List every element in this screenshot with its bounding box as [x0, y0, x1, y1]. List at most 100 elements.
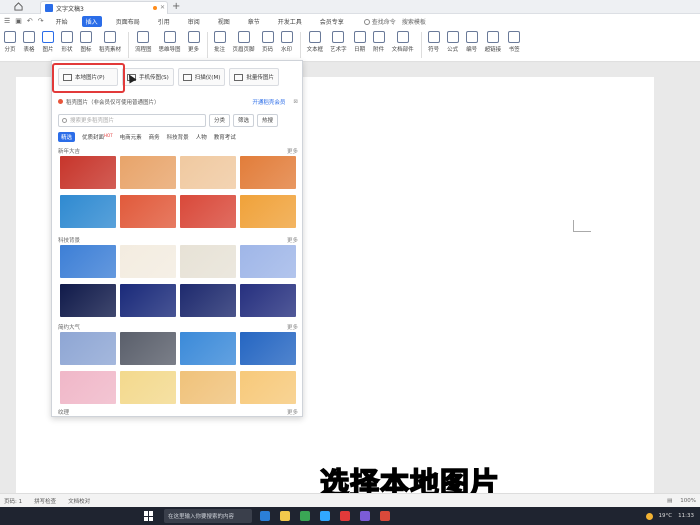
thumbnail[interactable] [60, 195, 116, 228]
wps-icon[interactable] [340, 511, 350, 521]
file-menu-icon[interactable]: ☰ [4, 17, 10, 25]
category-tech[interactable]: 科技背景 [167, 133, 189, 141]
view-mode-icon[interactable]: ▤ [667, 498, 672, 504]
edge-icon[interactable] [260, 511, 270, 521]
hot-search-button[interactable]: 热搜 [257, 113, 279, 127]
ribbon-symbol[interactable]: 符号 [427, 28, 440, 53]
tab-home[interactable]: 开始 [52, 16, 72, 27]
thumbnail[interactable] [120, 332, 176, 365]
category-people[interactable]: 人物 [196, 133, 207, 141]
ribbon-header-footer[interactable]: 页眉页脚 [233, 28, 255, 53]
redo-icon[interactable]: ↷ [38, 17, 44, 25]
ribbon-page-break[interactable]: 分页 [4, 28, 16, 53]
spell-check-button[interactable]: 拼写检查 [34, 497, 56, 505]
ribbon-bookmark[interactable]: 书签 [508, 28, 521, 53]
ribbon-table[interactable]: 表格 [23, 28, 35, 53]
ribbon-watermark[interactable]: 水印 [280, 28, 293, 53]
thumbnail[interactable] [60, 371, 116, 404]
proofread-button[interactable]: 文档校对 [68, 497, 90, 505]
thumbnail[interactable] [180, 371, 236, 404]
open-vip-link[interactable]: 开通稻壳会员 [252, 98, 285, 106]
close-tab-icon[interactable]: ✕ [160, 4, 165, 11]
thumbnail[interactable] [240, 371, 296, 404]
ribbon-comment[interactable]: 批注 [213, 28, 226, 53]
thumbnail[interactable] [240, 332, 296, 365]
category-business[interactable]: 商务 [149, 133, 160, 141]
tab-insert[interactable]: 插入 [81, 15, 102, 27]
wechat-icon[interactable] [300, 511, 310, 521]
scanner-button[interactable]: 扫描仪(M) [177, 68, 226, 86]
template-search[interactable]: 搜索模板 [402, 17, 426, 26]
thumbnail[interactable] [60, 245, 116, 278]
ribbon-page-number[interactable]: 页码 [261, 28, 274, 53]
thumbnail[interactable] [60, 284, 116, 317]
thumbnail[interactable] [120, 284, 176, 317]
ribbon-shapes[interactable]: 形状 [61, 28, 73, 53]
ribbon-doc-parts[interactable]: 文档部件 [392, 28, 414, 53]
ribbon-docer-material[interactable]: 稻壳素材 [99, 28, 121, 53]
document-tab[interactable]: 文字文稿3 ✕ [40, 1, 168, 14]
category-cover[interactable]: 优质封面HOT [82, 133, 113, 141]
ribbon-icons[interactable]: 图标 [80, 28, 92, 53]
filter-button[interactable]: 筛选 [233, 113, 255, 127]
thumbnail[interactable] [180, 245, 236, 278]
more-link[interactable]: 更多 [287, 323, 298, 331]
start-icon[interactable] [144, 511, 154, 521]
category-ecommerce[interactable]: 电商元素 [120, 133, 142, 141]
ribbon-wordart[interactable]: 艺术字 [330, 28, 347, 53]
thumbnail[interactable] [180, 156, 236, 189]
taskbar-search[interactable]: 在这里输入你要搜索的内容 [164, 509, 252, 523]
picture-search-input[interactable]: 搜索更多稻壳图片 [58, 113, 206, 127]
thumbnail[interactable] [180, 284, 236, 317]
thumbnail[interactable] [180, 332, 236, 365]
more-link[interactable]: 更多 [287, 147, 298, 155]
tab-page-layout[interactable]: 页面布局 [112, 16, 144, 27]
save-icon[interactable]: ▣ [15, 17, 22, 25]
thumbnail[interactable] [120, 156, 176, 189]
undo-icon[interactable]: ↶ [27, 17, 33, 25]
page-indicator[interactable]: 页码: 1 [4, 497, 22, 505]
zoom-level[interactable]: 100% [680, 498, 696, 504]
ribbon-attachment[interactable]: 附件 [372, 28, 385, 53]
ribbon-flowchart[interactable]: 流程图 [135, 28, 152, 53]
command-search[interactable]: 查找命令 [363, 17, 396, 26]
batch-upload-button[interactable]: 批量传图片 [229, 68, 279, 86]
category-education[interactable]: 教育考试 [214, 133, 236, 141]
ribbon-hyperlink[interactable]: 超链接 [485, 28, 501, 53]
tab-view[interactable]: 视图 [214, 16, 234, 27]
category-button[interactable]: 分类 [209, 113, 231, 127]
tab-member[interactable]: 会员专享 [316, 16, 348, 27]
thumbnail[interactable] [240, 284, 296, 317]
tab-chapter[interactable]: 章节 [244, 16, 264, 27]
docer-icon[interactable] [380, 511, 390, 521]
thumbnail[interactable] [120, 245, 176, 278]
thumbnail[interactable] [120, 195, 176, 228]
new-tab-button[interactable]: + [172, 1, 180, 12]
tab-developer[interactable]: 开发工具 [274, 16, 306, 27]
ribbon-textbox[interactable]: 文本框 [307, 28, 323, 53]
explorer-icon[interactable] [280, 511, 290, 521]
ribbon-date[interactable]: 日期 [353, 28, 366, 53]
clock[interactable]: 11:33 [678, 513, 694, 519]
category-featured[interactable]: 精选 [58, 132, 76, 142]
ribbon-formula[interactable]: 公式 [446, 28, 459, 53]
thumbnail[interactable] [60, 156, 116, 189]
tab-review[interactable]: 审阅 [184, 16, 204, 27]
tab-references[interactable]: 引用 [154, 16, 174, 27]
thumbnail[interactable] [240, 195, 296, 228]
thumbnail[interactable] [60, 332, 116, 365]
thumbnail[interactable] [240, 156, 296, 189]
thumbnail[interactable] [240, 245, 296, 278]
ribbon-picture[interactable]: 图片 [42, 28, 54, 53]
more-link[interactable]: 更多 [287, 408, 298, 416]
app-icon[interactable] [360, 511, 370, 521]
thumbnail[interactable] [180, 195, 236, 228]
more-link[interactable]: 更多 [287, 236, 298, 244]
photoshop-icon[interactable] [320, 511, 330, 521]
ribbon-mindmap[interactable]: 思维导图 [159, 28, 181, 53]
thumbnail[interactable] [120, 371, 176, 404]
ribbon-numbering[interactable]: 编号 [465, 28, 478, 53]
collapse-icon[interactable]: ⊠ [293, 99, 298, 105]
ribbon-more[interactable]: 更多 [187, 28, 200, 53]
home-icon[interactable] [0, 0, 36, 14]
